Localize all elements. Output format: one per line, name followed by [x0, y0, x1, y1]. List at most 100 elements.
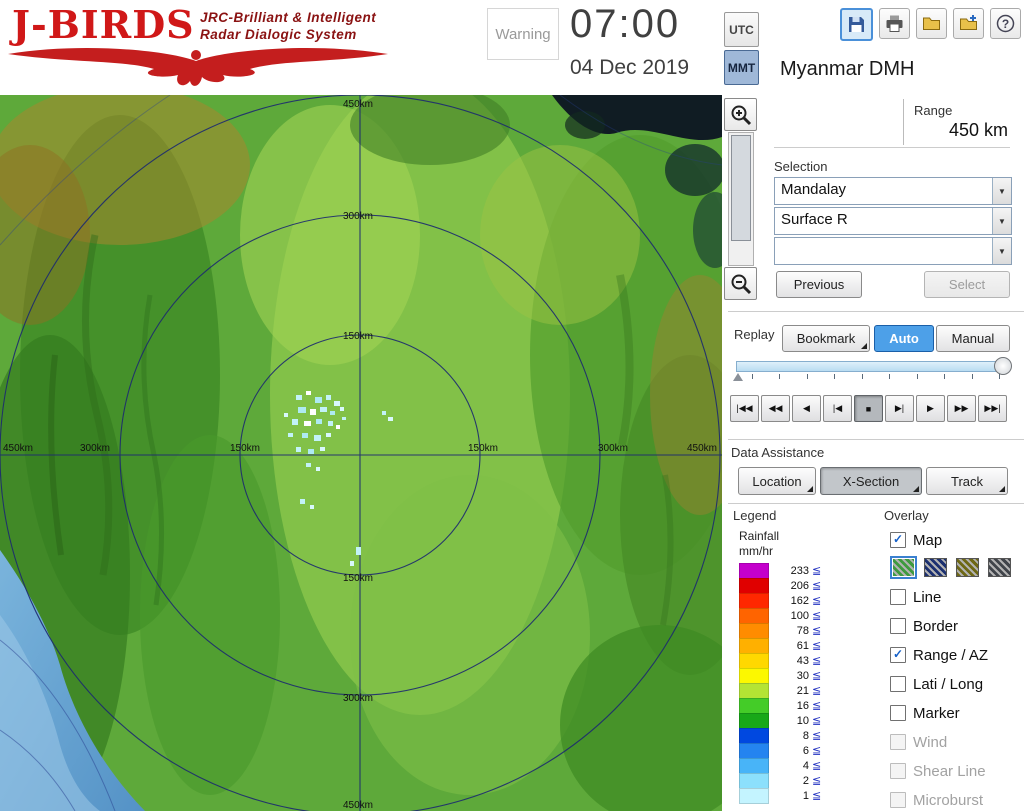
- legend-value: 206: [790, 579, 809, 592]
- range-value: 450 km: [948, 120, 1008, 140]
- jump-end-button[interactable]: ▶▶|: [978, 395, 1007, 422]
- play-button[interactable]: ▶: [916, 395, 945, 422]
- divider: [774, 147, 1010, 148]
- overlay-item-label: Border: [913, 617, 959, 635]
- jump-start-button[interactable]: |◀◀: [730, 395, 759, 422]
- legend-value: 10: [796, 714, 809, 727]
- overlay-label: Overlay: [884, 508, 929, 523]
- utc-toggle-button[interactable]: UTC: [724, 12, 759, 47]
- header-bar: J-BIRDS JRC-Brilliant & Intelligent Rada…: [0, 0, 1030, 96]
- bookmark-button[interactable]: Bookmark: [782, 325, 870, 352]
- transport-controls: |◀◀ ◀◀ ◀ |◀ ■ ▶| ▶ ▶▶ ▶▶|: [730, 395, 1007, 422]
- legend-color-chip: [739, 742, 769, 759]
- previous-button[interactable]: Previous: [776, 271, 862, 298]
- legend-value: 61: [796, 639, 809, 652]
- chevron-down-icon[interactable]: ▼: [992, 238, 1011, 264]
- help-button[interactable]: ?: [990, 8, 1021, 39]
- legend-value: 16: [796, 699, 809, 712]
- checkbox[interactable]: ✓: [890, 532, 906, 548]
- replay-timeline-slider[interactable]: [736, 361, 1008, 372]
- overlay-item-map: ✓ Map: [890, 529, 1028, 551]
- mmt-toggle-button[interactable]: MMT: [724, 50, 759, 85]
- legend-le-symbol: ≦: [812, 775, 822, 787]
- zoom-in-button[interactable]: [724, 98, 757, 131]
- legend-color-chip: [739, 712, 769, 729]
- map-color-swatches: [890, 556, 1028, 579]
- checkbox[interactable]: [890, 618, 906, 634]
- legend-value: 100: [790, 609, 809, 622]
- step-back-button[interactable]: |◀: [823, 395, 852, 422]
- location-button-label: Location: [752, 473, 802, 489]
- chevron-down-icon[interactable]: ▼: [992, 208, 1011, 234]
- legend-value: 1: [802, 789, 809, 802]
- fast-rewind-button[interactable]: ◀◀: [761, 395, 790, 422]
- overlay-item-lati-long: Lati / Long: [890, 673, 1028, 695]
- play-reverse-button[interactable]: ◀: [792, 395, 821, 422]
- fast-forward-button[interactable]: ▶▶: [947, 395, 976, 422]
- checkbox[interactable]: ✓: [890, 647, 906, 663]
- station-dropdown[interactable]: Mandalay ▼: [774, 177, 1012, 205]
- export-button[interactable]: [953, 8, 984, 39]
- ring-label: 300km: [598, 443, 628, 454]
- legend-value: 162: [790, 594, 809, 607]
- map-style-swatch[interactable]: [924, 558, 947, 577]
- ring-label: 150km: [343, 331, 373, 342]
- bookmark-button-label: Bookmark: [796, 331, 856, 346]
- legend-value: 4: [802, 759, 809, 772]
- x-section-button-label: X-Section: [842, 473, 900, 489]
- zoom-scrollbar[interactable]: [728, 132, 754, 266]
- legend-color-chip: [739, 757, 769, 774]
- legend-row: 233 ≦: [739, 562, 822, 579]
- replay-slider-marker: [733, 373, 743, 381]
- legend-row: 2 ≦: [739, 772, 822, 789]
- utc-label: UTC: [729, 22, 754, 37]
- open-file-button[interactable]: [916, 8, 947, 39]
- legend-row: 21 ≦: [739, 682, 821, 699]
- legend-le-symbol: ≦: [812, 760, 822, 772]
- x-section-button[interactable]: X-Section: [820, 467, 922, 495]
- legend-le-symbol: ≦: [812, 610, 822, 622]
- map-style-swatch[interactable]: [956, 558, 979, 577]
- warning-indicator[interactable]: Warning: [487, 8, 559, 60]
- print-button[interactable]: [879, 8, 910, 39]
- replay-slider-thumb[interactable]: [994, 357, 1012, 375]
- zoom-scrollbar-thumb[interactable]: [731, 135, 751, 241]
- map-style-swatch[interactable]: [988, 558, 1011, 577]
- checkbox[interactable]: [890, 705, 906, 721]
- logo-tagline-1: JRC-Brilliant & Intelligent: [200, 10, 377, 25]
- product-dropdown[interactable]: Surface R ▼: [774, 207, 1012, 235]
- radar-map-view[interactable]: 450km 300km 150km 150km 300km 450km 450k…: [0, 95, 722, 811]
- help-icon: ?: [996, 14, 1015, 33]
- legend-le-symbol: ≦: [812, 565, 822, 577]
- legend-le-symbol: ≦: [812, 670, 822, 682]
- checkbox[interactable]: [890, 676, 906, 692]
- legend-row: 78 ≦: [739, 622, 821, 639]
- svg-text:?: ?: [1002, 17, 1009, 31]
- chevron-down-icon[interactable]: ▼: [992, 178, 1011, 204]
- manual-mode-button[interactable]: Manual: [936, 325, 1010, 352]
- legend-value: 30: [796, 669, 809, 682]
- stop-button[interactable]: ■: [854, 395, 883, 422]
- clock-date: 04 Dec 2019: [570, 56, 690, 79]
- legend-color-chip: [739, 787, 769, 804]
- eagle-logo-icon: [8, 48, 388, 86]
- map-style-swatch[interactable]: [890, 556, 917, 579]
- legend-value: 233: [790, 564, 809, 577]
- overlay-item-wind: Wind: [890, 731, 1028, 753]
- overlay-item-label: Lati / Long: [913, 675, 984, 693]
- zoom-out-button[interactable]: [724, 267, 757, 300]
- option-dropdown[interactable]: ▼: [774, 237, 1012, 265]
- select-button[interactable]: Select: [924, 271, 1010, 298]
- step-forward-button[interactable]: ▶|: [885, 395, 914, 422]
- auto-mode-button[interactable]: Auto: [874, 325, 934, 352]
- replay-label: Replay: [734, 327, 775, 342]
- legend-row: 61 ≦: [739, 637, 821, 654]
- location-button[interactable]: Location: [738, 467, 816, 495]
- save-button[interactable]: [840, 8, 873, 41]
- track-button[interactable]: Track: [926, 467, 1008, 495]
- station-name: Myanmar DMH: [780, 58, 915, 80]
- ring-label: 450km: [687, 443, 717, 454]
- checkbox[interactable]: [890, 589, 906, 605]
- legend-color-chip: [739, 682, 769, 699]
- header-toolbar: ?: [840, 8, 1021, 41]
